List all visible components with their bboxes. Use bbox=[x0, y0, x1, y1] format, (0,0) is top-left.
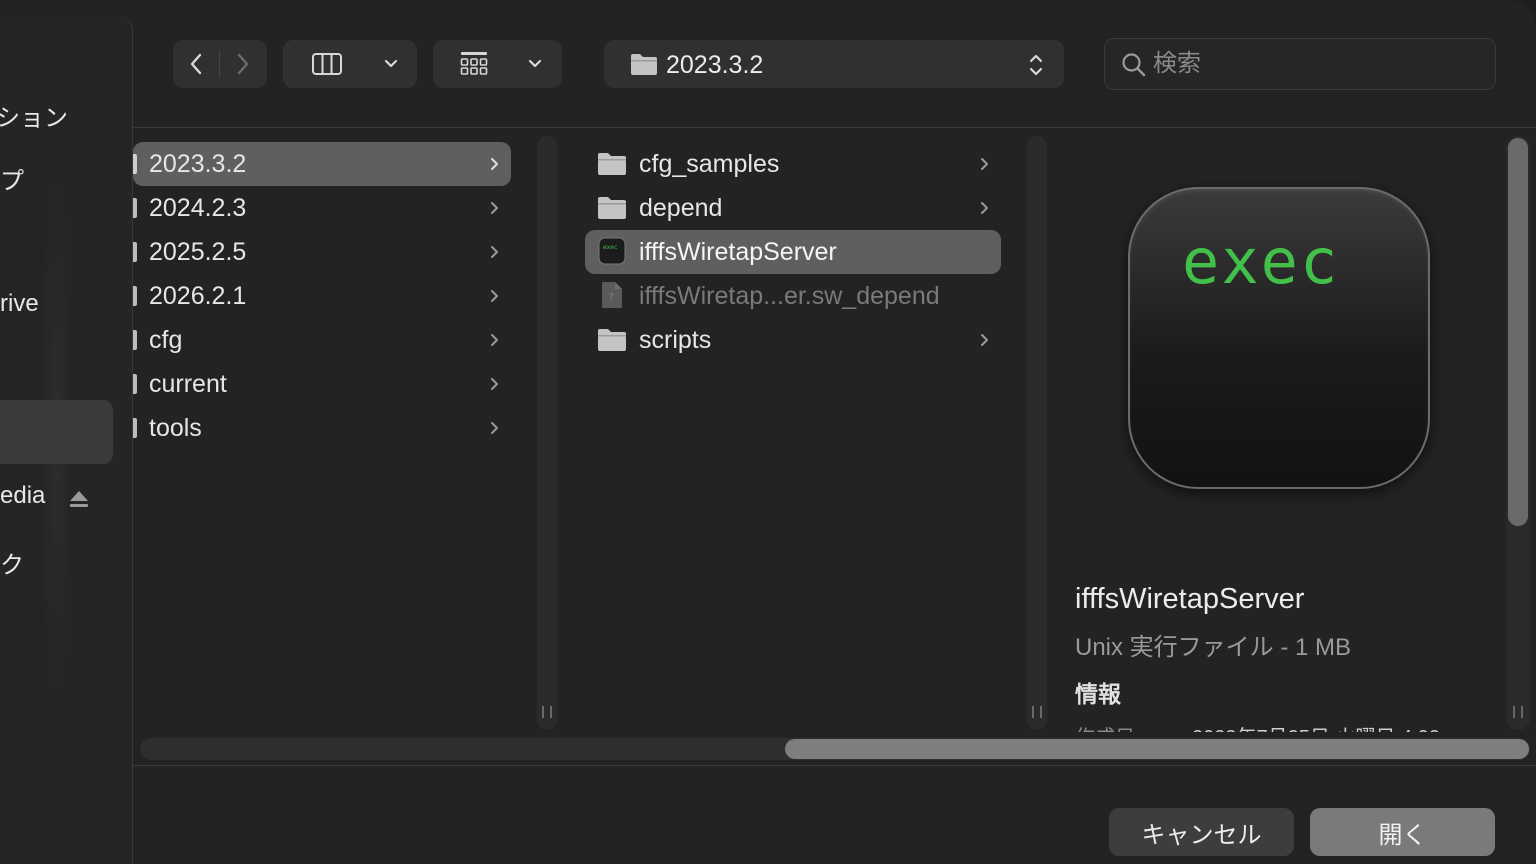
group-button[interactable] bbox=[433, 40, 515, 88]
folder-name: tools bbox=[149, 413, 202, 442]
navigation-buttons bbox=[173, 40, 267, 88]
sidebar-item-network[interactable]: ク bbox=[0, 545, 24, 580]
svg-text:?: ? bbox=[609, 293, 614, 303]
view-mode-control[interactable] bbox=[283, 40, 417, 88]
chevron-right-icon bbox=[491, 290, 498, 302]
list-item[interactable]: tools bbox=[133, 406, 511, 450]
folder-icon bbox=[598, 153, 626, 175]
document-icon: ? bbox=[602, 282, 622, 308]
back-button[interactable] bbox=[173, 40, 219, 88]
footer-divider bbox=[133, 765, 1536, 766]
open-button[interactable]: 開く bbox=[1310, 808, 1495, 856]
folder-name: scripts bbox=[639, 325, 712, 354]
folder-icon bbox=[133, 330, 137, 350]
list-item[interactable]: 2025.2.5 bbox=[133, 230, 511, 274]
cancel-button[interactable]: キャンセル bbox=[1109, 808, 1294, 856]
list-item[interactable]: cfg_samples bbox=[585, 142, 1001, 186]
grid-group-icon bbox=[460, 52, 488, 75]
list-item[interactable]: current bbox=[133, 362, 511, 406]
column-resize-handle[interactable] bbox=[542, 706, 552, 718]
folder-name: 2025.2.5 bbox=[149, 237, 247, 266]
folder-icon bbox=[133, 286, 137, 306]
column-resize-handle[interactable] bbox=[1032, 706, 1042, 718]
folder-name: depend bbox=[639, 193, 723, 222]
preview-file-kind: Unix 実行ファイル - 1 MB bbox=[1075, 634, 1352, 661]
folder-name: 2026.2.1 bbox=[149, 281, 247, 310]
eject-icon[interactable] bbox=[68, 488, 90, 510]
created-label: 作成日 bbox=[1075, 721, 1135, 732]
folder-icon bbox=[598, 197, 626, 219]
list-item[interactable]: depend bbox=[585, 186, 1001, 230]
preview-scroll-thumb[interactable] bbox=[1508, 138, 1528, 526]
file-preview-icon: exec bbox=[1128, 187, 1430, 489]
preview-file-name: ifffsWiretapServer bbox=[1075, 583, 1305, 615]
chevron-left-icon bbox=[190, 53, 202, 75]
search-field[interactable] bbox=[1104, 38, 1496, 90]
sidebar: ション プ rive edia ク bbox=[0, 16, 133, 864]
folder-name: 2023.3.2 bbox=[149, 149, 247, 178]
horizontal-scroll-thumb[interactable] bbox=[785, 739, 1529, 759]
sidebar-scroll-shadow bbox=[48, 156, 66, 716]
list-item[interactable]: exec ifffsWiretapServer bbox=[585, 230, 1001, 274]
column-scrollbar[interactable] bbox=[537, 136, 557, 730]
chevron-right-icon bbox=[981, 202, 988, 214]
chevron-right-icon bbox=[237, 53, 249, 75]
column-resize-handle[interactable] bbox=[1513, 706, 1523, 718]
list-item[interactable]: 2026.2.1 bbox=[133, 274, 511, 318]
toolbar-divider bbox=[133, 127, 1536, 128]
sidebar-item-desktop[interactable]: プ bbox=[0, 161, 24, 196]
chevron-right-icon bbox=[981, 158, 988, 170]
folder-icon bbox=[598, 329, 626, 351]
search-icon bbox=[1122, 53, 1146, 77]
chevron-right-icon bbox=[981, 334, 988, 346]
list-item[interactable]: 2023.3.2 bbox=[133, 142, 511, 186]
chevron-right-icon bbox=[491, 202, 498, 214]
list-item: ? ifffsWiretap...er.sw_depend bbox=[585, 274, 1001, 318]
preview-info-heading: 情報 bbox=[1075, 681, 1121, 707]
column-view-icon bbox=[312, 53, 342, 75]
list-item[interactable]: cfg bbox=[133, 318, 511, 362]
folder-icon bbox=[631, 54, 657, 75]
chevron-right-icon bbox=[491, 422, 498, 434]
file-name: ifffsWiretapServer bbox=[639, 237, 837, 266]
created-value: 2023年7月25日 火曜日 4:02 bbox=[1192, 721, 1440, 732]
folder-icon bbox=[133, 198, 137, 218]
view-mode-dropdown[interactable] bbox=[371, 40, 411, 88]
sidebar-item-applications[interactable]: ション bbox=[0, 98, 68, 133]
list-item[interactable]: 2024.2.3 bbox=[133, 186, 511, 230]
sidebar-item-media[interactable]: edia bbox=[0, 482, 45, 510]
group-by-control[interactable] bbox=[433, 40, 562, 88]
chevron-right-icon bbox=[491, 378, 498, 390]
search-input[interactable] bbox=[1151, 49, 1481, 79]
folder-icon bbox=[133, 418, 137, 438]
folder-name: cfg bbox=[149, 325, 183, 354]
folder-name: cfg_samples bbox=[639, 149, 780, 178]
list-item[interactable]: scripts bbox=[585, 318, 1001, 362]
forward-button[interactable] bbox=[220, 40, 266, 88]
location-label: 2023.3.2 bbox=[666, 51, 764, 79]
folder-name: 2024.2.3 bbox=[149, 193, 247, 222]
folder-icon bbox=[133, 154, 137, 174]
sidebar-item-drive[interactable]: rive bbox=[0, 290, 39, 318]
preview-metadata-row: 作成日 2023年7月25日 火曜日 4:02 bbox=[1070, 716, 1490, 732]
chevron-down-icon bbox=[528, 59, 542, 68]
column-view-button[interactable] bbox=[283, 40, 371, 88]
exec-file-icon: exec bbox=[598, 237, 626, 265]
column-scrollbar[interactable] bbox=[1027, 136, 1047, 730]
chevron-right-icon bbox=[491, 246, 498, 258]
folder-icon bbox=[133, 242, 137, 262]
svg-text:exec: exec bbox=[603, 244, 618, 251]
chevron-down-icon bbox=[384, 59, 398, 68]
location-popup[interactable]: 2023.3.2 bbox=[604, 40, 1064, 88]
chevron-right-icon bbox=[491, 158, 498, 170]
file-name: ifffsWiretap...er.sw_depend bbox=[639, 281, 940, 310]
folder-name: current bbox=[149, 369, 227, 398]
open-file-dialog: ション プ rive edia ク 2023.3.2 検索 2023.3.2 2… bbox=[0, 0, 1536, 864]
folder-icon bbox=[133, 374, 137, 394]
exec-icon-label: exec bbox=[1182, 225, 1340, 298]
group-dropdown[interactable] bbox=[515, 40, 555, 88]
chevron-right-icon bbox=[491, 334, 498, 346]
up-down-chevron-icon bbox=[1029, 54, 1043, 76]
